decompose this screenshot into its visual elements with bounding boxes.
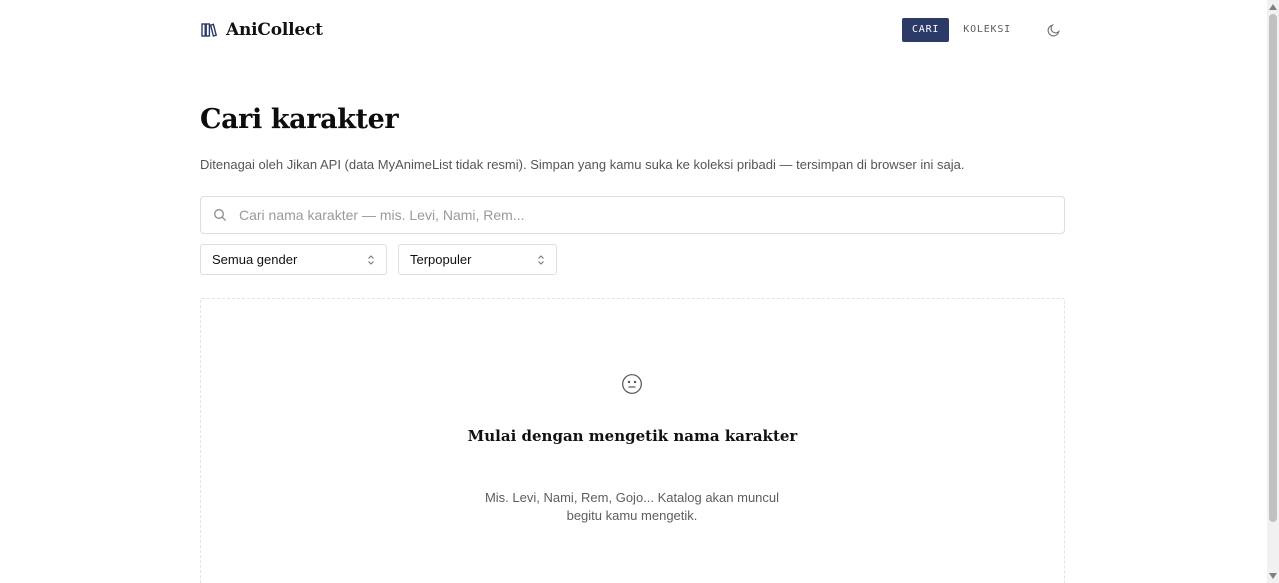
search-box[interactable] bbox=[200, 196, 1065, 234]
page-title: Cari karakter bbox=[200, 104, 399, 135]
sort-select-value: Terpopuler bbox=[410, 252, 472, 267]
brand[interactable]: AniCollect bbox=[200, 20, 323, 40]
neutral-face-icon bbox=[621, 373, 643, 395]
nav-collection-tab[interactable]: KOLEKSI bbox=[953, 18, 1021, 42]
theme-toggle-button[interactable] bbox=[1043, 19, 1065, 41]
page-scrollbar[interactable] bbox=[1267, 0, 1279, 583]
empty-state-description: Mis. Levi, Nami, Rem, Gojo... Katalog ak… bbox=[484, 490, 780, 523]
scroll-up-arrow-icon[interactable] bbox=[1269, 4, 1277, 10]
sort-select[interactable]: Terpopuler bbox=[398, 244, 557, 275]
moon-icon bbox=[1047, 23, 1061, 37]
chevron-up-down-icon bbox=[366, 253, 376, 267]
empty-state-card: Mulai dengan mengetik nama karakter Mis.… bbox=[200, 298, 1065, 583]
books-icon bbox=[200, 21, 218, 39]
search-input[interactable] bbox=[237, 199, 1041, 231]
chevron-up-down-icon bbox=[536, 253, 546, 267]
page-subtitle: Ditenagai oleh Jikan API (data MyAnimeLi… bbox=[200, 157, 965, 172]
empty-state-title: Mulai dengan mengetik nama karakter bbox=[467, 427, 798, 445]
gender-select[interactable]: Semua gender bbox=[200, 244, 387, 275]
scrollbar-thumb[interactable] bbox=[1269, 14, 1277, 522]
search-icon bbox=[213, 208, 227, 222]
scroll-down-arrow-icon[interactable] bbox=[1269, 573, 1277, 579]
brand-name: AniCollect bbox=[226, 20, 323, 40]
gender-select-value: Semua gender bbox=[212, 252, 298, 267]
top-header: AniCollect CARI KOLEKSI bbox=[200, 16, 1065, 44]
nav-search-tab[interactable]: CARI bbox=[901, 18, 950, 42]
page: AniCollect CARI KOLEKSI Cari karakter Di… bbox=[0, 0, 1279, 583]
main-nav: CARI KOLEKSI bbox=[901, 18, 1065, 42]
